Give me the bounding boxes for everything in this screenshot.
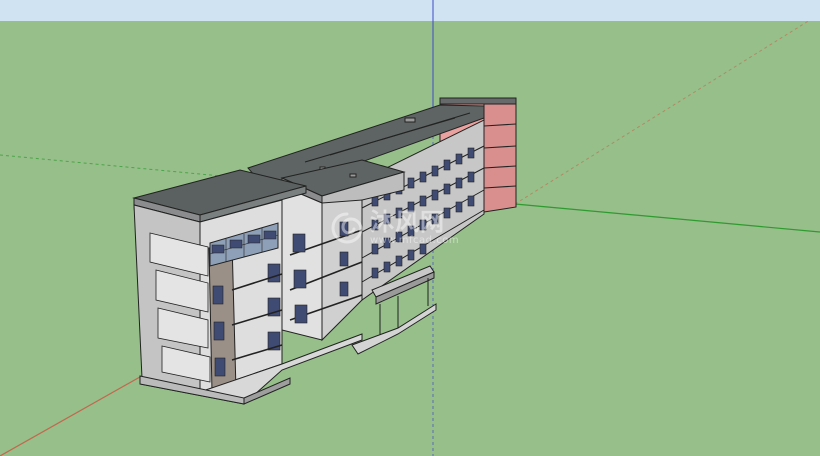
sky (0, 0, 820, 22)
scene-canvas[interactable] (0, 0, 820, 456)
model-viewport[interactable]: 沐风网 www.mfcad.com (0, 0, 820, 456)
